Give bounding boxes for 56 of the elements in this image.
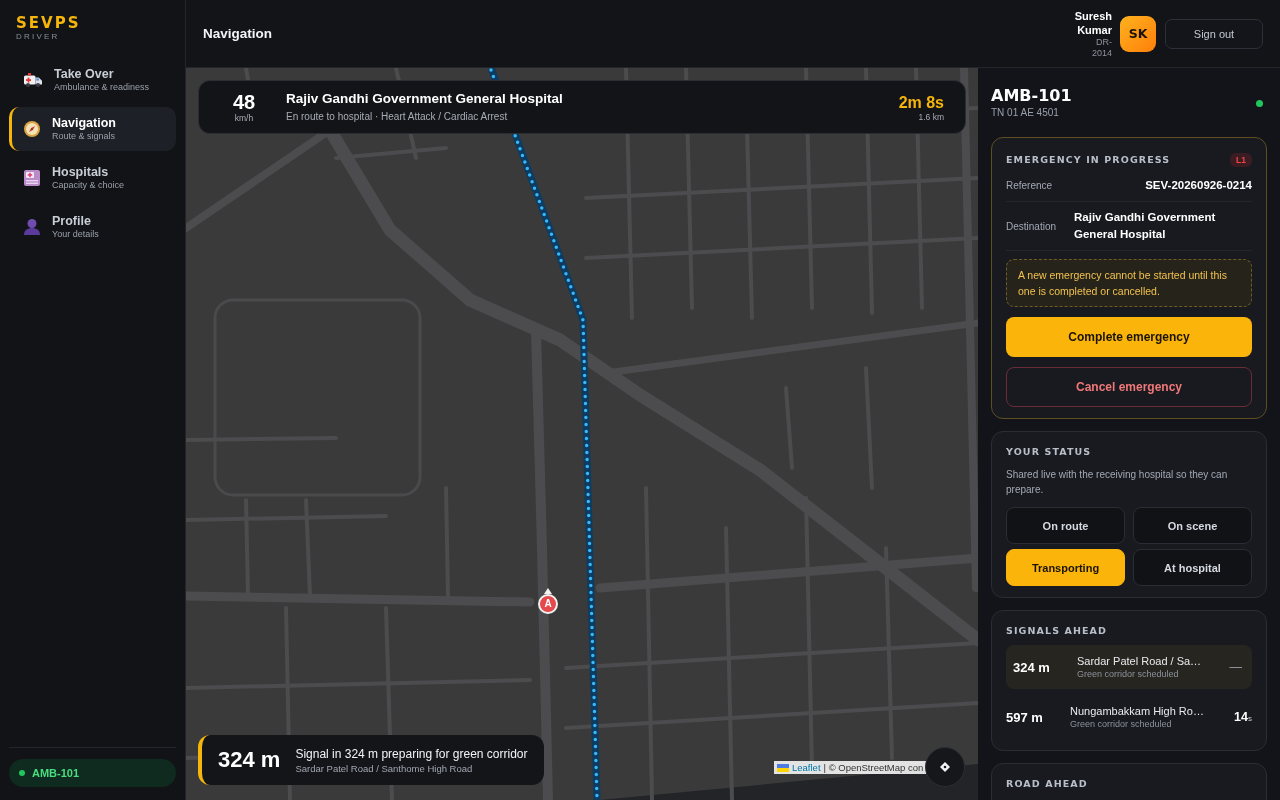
- complete-button[interactable]: Complete emergency: [1006, 317, 1252, 357]
- signal-name: Nungambakkam High Ro…: [1070, 704, 1205, 718]
- sign-out-button[interactable]: Sign out: [1165, 18, 1263, 49]
- field-value: SEV-20260926-0214: [1145, 178, 1252, 193]
- nav-item[interactable]: Navigation Route & signals: [9, 107, 176, 151]
- cancel-button[interactable]: Cancel emergency: [1006, 367, 1252, 407]
- status-option[interactable]: On scene: [1133, 507, 1252, 544]
- hospital-icon: [24, 170, 40, 186]
- person-icon: [24, 219, 40, 235]
- status-option[interactable]: On route: [1006, 507, 1125, 544]
- logo-title: SEVPS: [15, 14, 81, 32]
- field-label: Reference: [1006, 180, 1053, 191]
- destination-title: Rajiv Gandhi Government General Hospital: [286, 91, 564, 107]
- diamond-icon: [940, 762, 950, 772]
- speed-value: 48: [232, 91, 256, 113]
- page-title: Navigation: [203, 26, 272, 41]
- signal-name: Sardar Patel Road / Sa…: [1077, 654, 1203, 668]
- signal-countdown: 14s: [1234, 710, 1252, 724]
- status-option[interactable]: At hospital: [1133, 549, 1252, 586]
- signal-distance: 324 m: [1013, 659, 1051, 675]
- compass-icon: [24, 121, 40, 137]
- status-description: Shared live with the receiving hospital so they can prepare.: [1006, 468, 1229, 497]
- vehicle-label: AMB-101: [32, 767, 80, 779]
- card-title: YOUR STATUS: [1006, 445, 1093, 459]
- card-title: ROAD AHEAD: [1006, 777, 1089, 791]
- user-name: Suresh Kumar: [1073, 8, 1112, 37]
- flag-icon: [777, 763, 789, 772]
- field-label: Destination: [1006, 220, 1057, 232]
- level-badge: L1: [1230, 153, 1252, 167]
- warning-notice: A new emergency cannot be started until this one is completed or cancelled.: [1006, 259, 1252, 307]
- signal-note: Green corridor scheduled: [1077, 669, 1180, 680]
- signal-message: Signal in 324 m preparing for green corridor: [295, 746, 528, 761]
- ambulance-icon: [24, 73, 42, 87]
- signal-note: Green corridor scheduled: [1070, 719, 1173, 730]
- signal-road: Sardar Patel Road / Santhome High Road: [295, 762, 474, 774]
- card-title: EMERGENCY IN PROGRESS: [1006, 153, 1171, 167]
- vehicle-id: AMB-101: [991, 86, 1072, 106]
- eta-value: 2m 8s: [898, 92, 944, 112]
- signal-countdown: —: [1229, 660, 1242, 674]
- card-title: SIGNALS AHEAD: [1006, 624, 1108, 638]
- status-option[interactable]: Transporting: [1006, 549, 1125, 586]
- logo-subtitle: DRIVER: [15, 32, 60, 42]
- attribution-text: | © OpenStreetMap con: [823, 762, 924, 773]
- leaflet-link[interactable]: Leaflet: [792, 762, 821, 773]
- speed-unit: km/h: [234, 113, 254, 123]
- trip-subtitle: En route to hospital · Heart Attack / Cardiac Arrest: [286, 111, 509, 123]
- vehicle-plate: TN 01 AE 4501: [991, 106, 1060, 120]
- nav-item[interactable]: Hospitals Capacity & choice: [9, 156, 176, 200]
- nav-item[interactable]: Take Over Ambulance & readiness: [9, 58, 176, 102]
- signal-distance: 597 m: [1006, 709, 1044, 725]
- avatar: SK: [1120, 15, 1156, 52]
- distance-text: 1.6 km: [918, 111, 944, 122]
- field-value: Rajiv Gandhi Government General Hospital: [1074, 210, 1217, 242]
- user-id: DR-2014: [1090, 36, 1112, 59]
- nav-item[interactable]: Profile Your details: [9, 205, 176, 249]
- signal-distance: 324 m: [218, 747, 281, 773]
